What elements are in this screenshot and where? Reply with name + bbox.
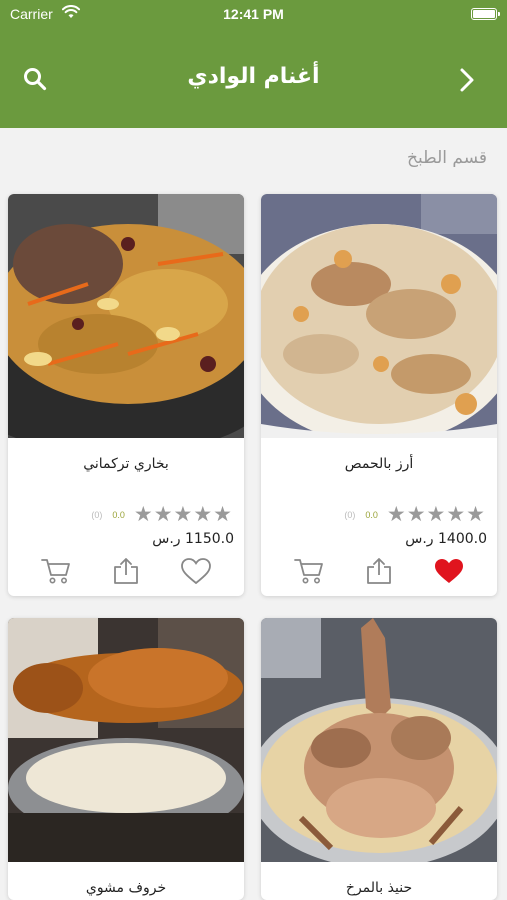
star-icon[interactable]: ★ (174, 504, 193, 525)
product-card[interactable]: أرز بالحمص (0) 0.0 ★ ★ ★ ★ ★ 1400.0 ر.س (261, 194, 497, 596)
rating-average: 0.0 (112, 509, 125, 520)
rating-average: 0.0 (365, 509, 378, 520)
rating: (0) 0.0 ★ ★ ★ ★ ★ (91, 504, 232, 525)
rating-count: (0) (344, 509, 356, 520)
star-icon[interactable]: ★ (134, 504, 153, 525)
product-image[interactable] (261, 194, 497, 438)
share-icon[interactable] (110, 556, 142, 586)
product-price: 1400.0 ر.س (405, 531, 487, 547)
status-bar: Carrier 12:41 PM (0, 0, 507, 30)
rating-count: (0) (91, 509, 103, 520)
product-card[interactable]: بخاري تركماني (0) 0.0 ★ ★ ★ ★ ★ 1150.0 ر… (8, 194, 244, 596)
star-icon[interactable]: ★ (193, 504, 212, 525)
rating: (0) 0.0 ★ ★ ★ ★ ★ (344, 504, 485, 525)
battery-icon (471, 8, 500, 20)
product-name[interactable]: أرز بالحمص (261, 456, 497, 472)
product-image[interactable] (8, 618, 244, 862)
card-actions (8, 556, 244, 592)
section-title: قسم الطبخ (407, 148, 487, 168)
heart-outline-icon[interactable] (180, 556, 212, 586)
navigation-bar: أغنام الوادي (0, 30, 507, 128)
product-name[interactable]: خروف مشوي (8, 880, 244, 896)
product-image[interactable] (261, 618, 497, 862)
clock: 12:41 PM (223, 6, 284, 22)
cart-icon[interactable] (293, 556, 325, 586)
star-icon[interactable]: ★ (387, 504, 406, 525)
product-card[interactable]: حنيذ بالمرخ (261, 618, 497, 900)
product-card[interactable]: خروف مشوي (8, 618, 244, 900)
cart-icon[interactable] (40, 556, 72, 586)
share-icon[interactable] (363, 556, 395, 586)
product-name[interactable]: بخاري تركماني (8, 456, 244, 472)
star-icon[interactable]: ★ (154, 504, 173, 525)
star-icon[interactable]: ★ (466, 504, 485, 525)
star-icon[interactable]: ★ (446, 504, 465, 525)
page-title: أغنام الوادي (187, 64, 320, 89)
card-actions (261, 556, 497, 592)
star-icon[interactable]: ★ (407, 504, 426, 525)
star-icon[interactable]: ★ (427, 504, 446, 525)
product-image[interactable] (8, 194, 244, 438)
product-price: 1150.0 ر.س (152, 531, 234, 547)
chevron-right-icon[interactable] (457, 67, 477, 93)
heart-icon[interactable] (433, 556, 465, 586)
star-icon[interactable]: ★ (213, 504, 232, 525)
product-name[interactable]: حنيذ بالمرخ (261, 880, 497, 896)
